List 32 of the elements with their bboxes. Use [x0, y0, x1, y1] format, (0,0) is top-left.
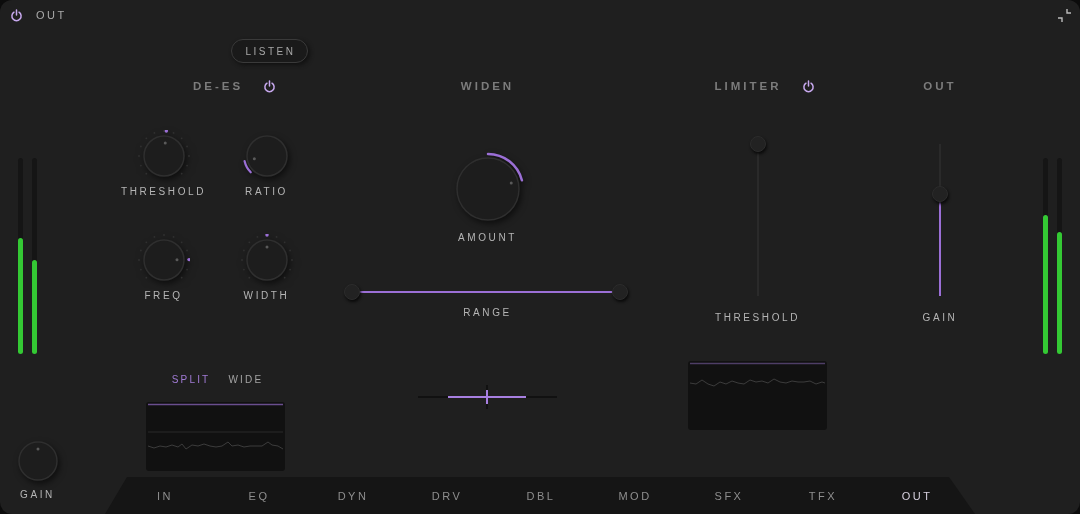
power-icon[interactable] [801, 79, 815, 93]
knob[interactable] [15, 439, 60, 483]
module-tab[interactable]: IN [118, 477, 212, 514]
module-tab[interactable]: DYN [306, 477, 400, 514]
slider-label: RANGE [463, 307, 512, 319]
knob-label: GAIN [20, 489, 55, 501]
knob-label: WIDTH [243, 290, 290, 302]
power-icon[interactable] [10, 8, 23, 22]
module-tab[interactable]: EQ [212, 477, 306, 514]
slider-label: THRESHOLD [714, 312, 801, 324]
listen-button[interactable]: LISTEN [231, 39, 308, 63]
module-tab[interactable]: DRV [400, 477, 494, 514]
range-slider[interactable] [343, 282, 628, 302]
module-tab[interactable]: SFX [682, 477, 776, 514]
knob-label: FREQ [144, 290, 183, 302]
module-tab[interactable]: MOD [588, 477, 682, 514]
view-tab[interactable]: WIDE [228, 374, 264, 385]
module-tab[interactable]: DBL [494, 477, 588, 514]
knob-label: AMOUNT [458, 232, 517, 244]
knob-label: RATIO [245, 186, 288, 198]
knob-label: THRESHOLD [120, 186, 207, 198]
section-title: DE-ES [192, 80, 244, 92]
module-tab[interactable]: OUT [870, 477, 964, 514]
section-title: WIDEN [460, 80, 515, 92]
preset-title: OUT [36, 9, 67, 21]
module-tab[interactable]: TFX [776, 477, 870, 514]
section-title: LIMITER [714, 80, 782, 92]
slider-label: GAIN [922, 312, 958, 324]
view-tab[interactable]: SPLIT [171, 374, 211, 385]
section-title: OUT [923, 80, 957, 92]
power-icon[interactable] [263, 79, 277, 93]
collapse-icon[interactable] [1057, 7, 1072, 23]
